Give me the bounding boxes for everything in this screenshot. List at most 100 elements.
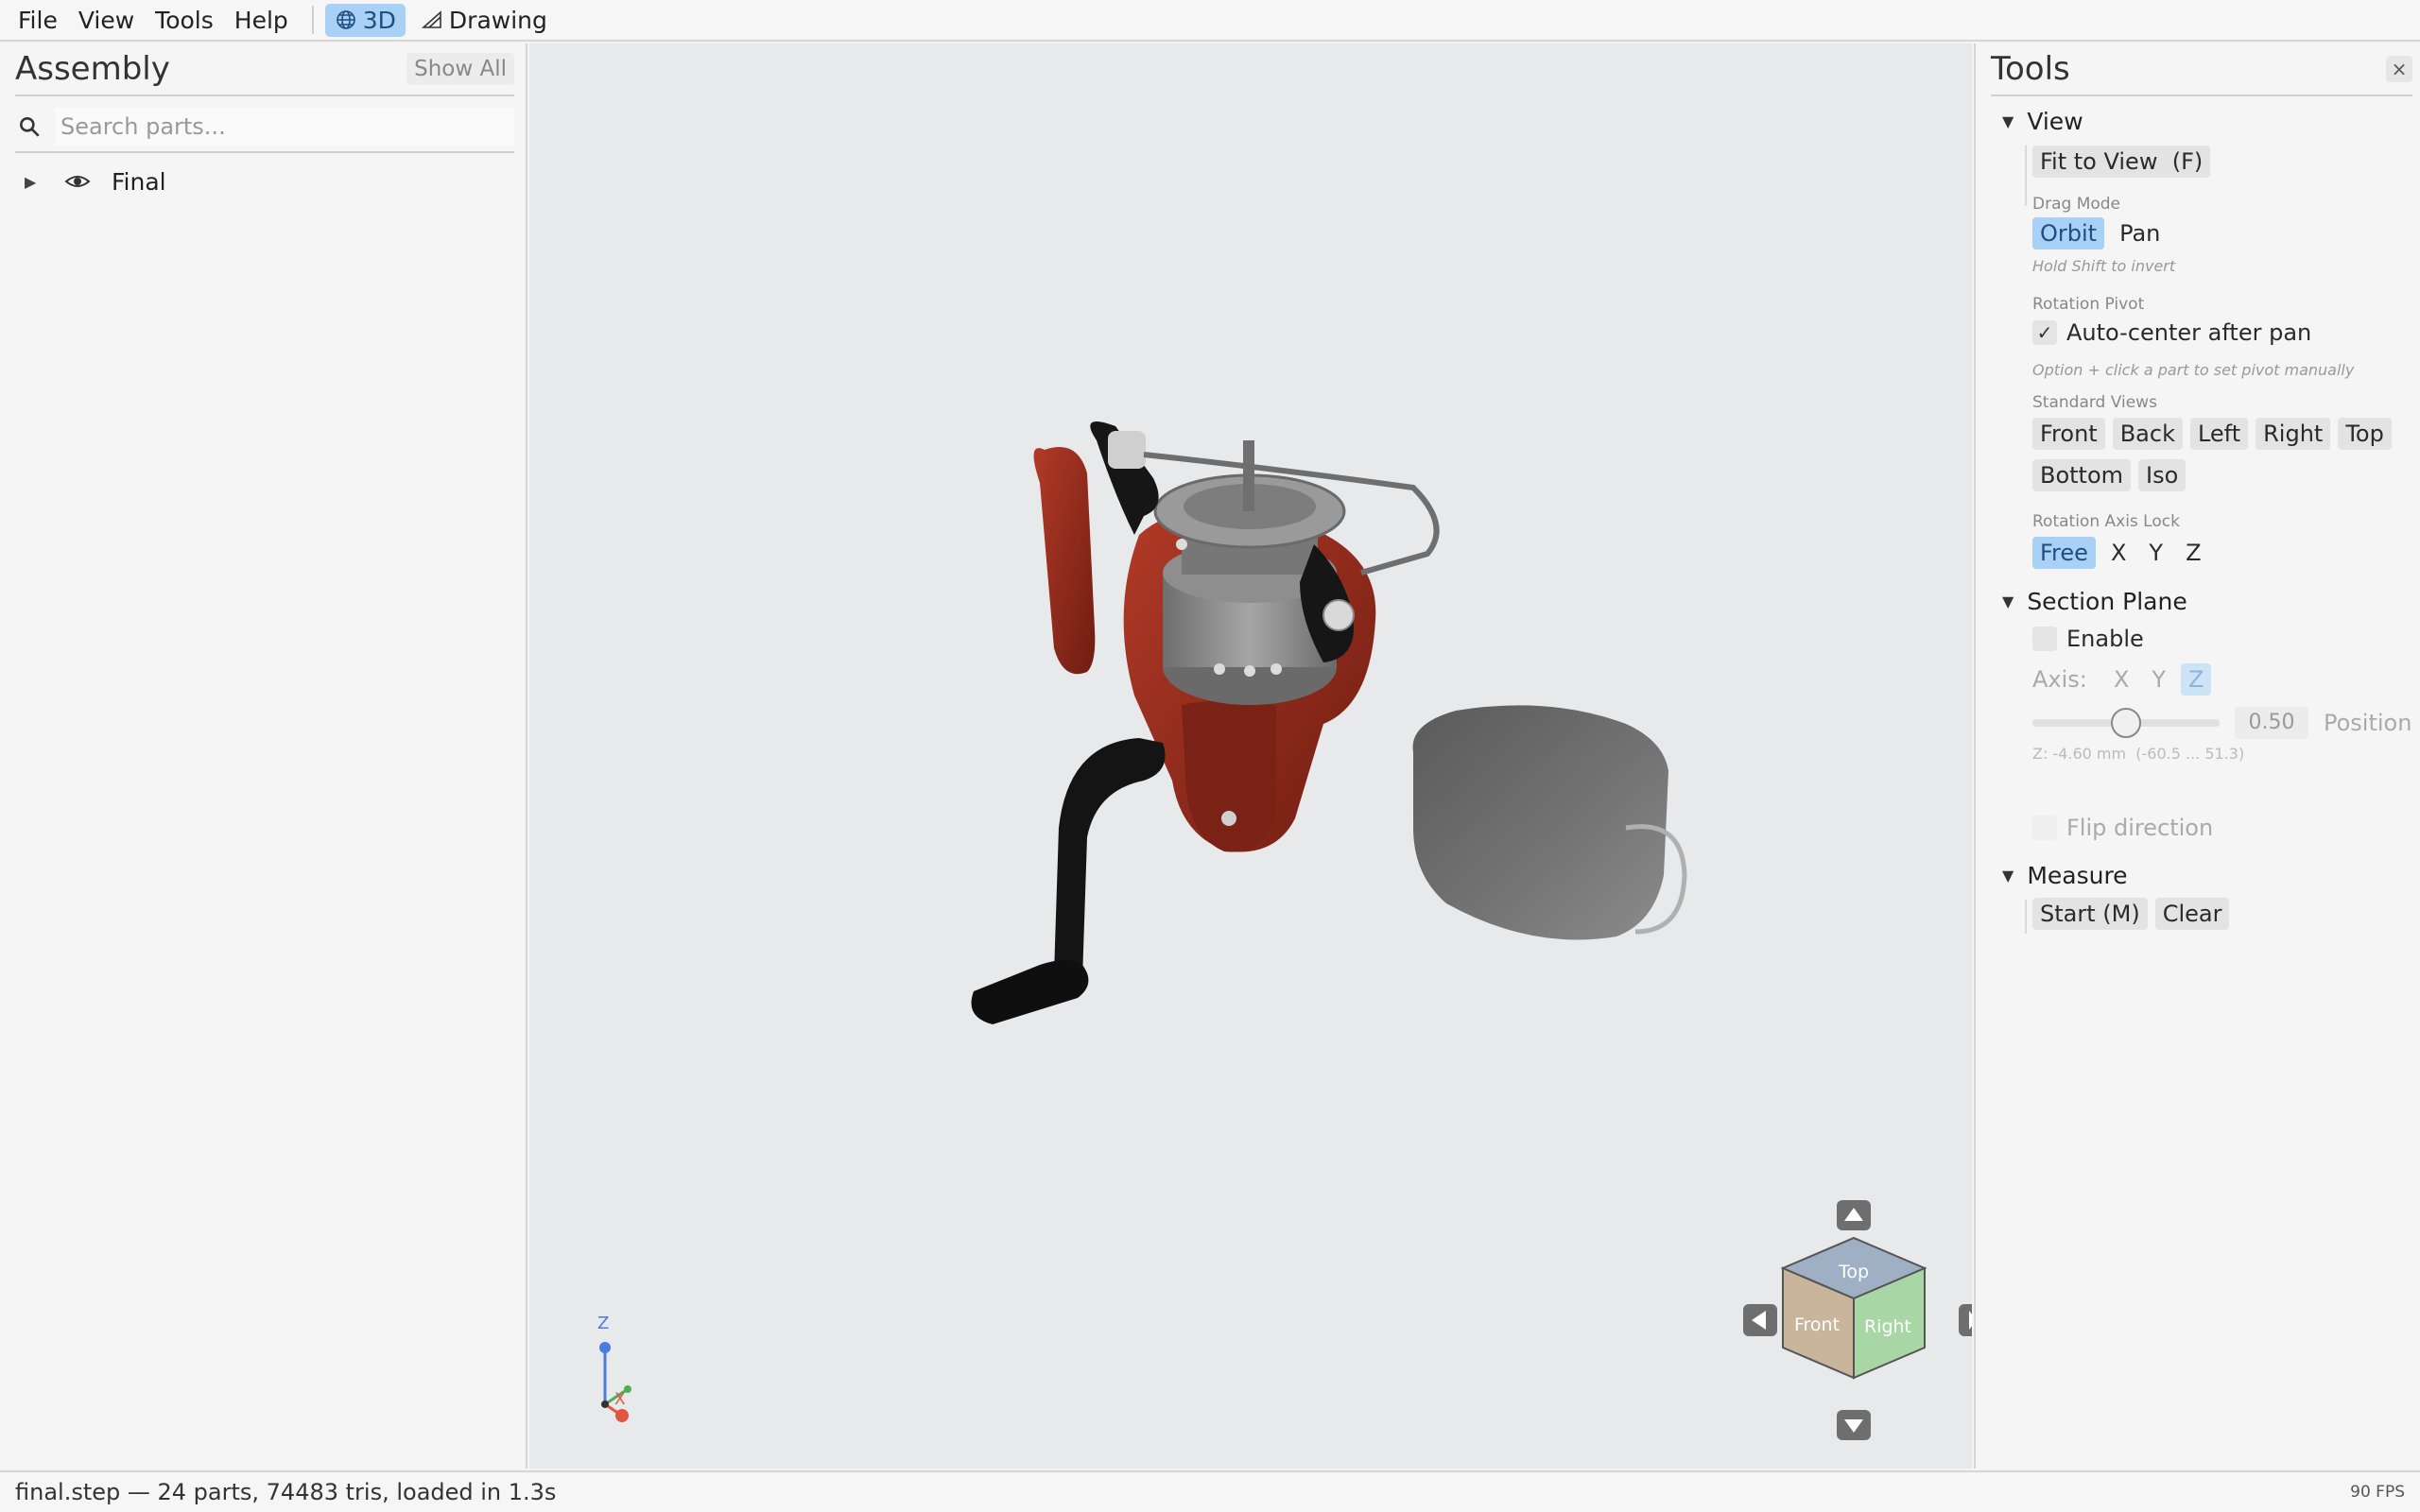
collapse-triangle-icon: ▼ <box>2002 112 2014 130</box>
tools-title: Tools <box>1991 50 2070 88</box>
status-text: final.step — 24 parts, 74483 tris, loade… <box>15 1479 557 1505</box>
reel-cover-part[interactable] <box>1412 705 1668 940</box>
slider-thumb[interactable] <box>2111 708 2141 738</box>
body-hole <box>1270 663 1282 675</box>
rotate-down-button[interactable] <box>1837 1410 1871 1440</box>
rotation-pivot-label-row: Rotation Pivot <box>2032 295 2144 314</box>
tree-item-final[interactable]: ▶ Final <box>15 163 514 200</box>
section-view-title: View <box>2027 108 2083 135</box>
section-range-row: Z: -4.60 mm (-60.5 ... 51.3) <box>2032 745 2244 763</box>
view-back-button[interactable]: Back <box>2112 418 2183 450</box>
view-top-button[interactable]: Top <box>2338 418 2392 450</box>
tools-panel: Tools × ▼ View Fit to View (F) Drag Mode… <box>1974 43 2420 1469</box>
crank-knob[interactable] <box>971 960 1089 1024</box>
section-axis-z-button[interactable]: Z <box>2181 663 2212 696</box>
orbit-button[interactable]: Orbit <box>2032 217 2105 249</box>
axis-lock-y-button[interactable]: Y <box>2141 537 2170 569</box>
flip-row[interactable]: Flip direction <box>2032 815 2213 841</box>
search-row <box>15 102 514 153</box>
measure-clear-button[interactable]: Clear <box>2154 898 2230 930</box>
body-hole <box>1176 539 1187 550</box>
reel-handle-grip[interactable] <box>1033 447 1096 675</box>
rotate-left-button[interactable] <box>1743 1304 1777 1336</box>
3d-viewport[interactable]: Z X Top Front Right <box>529 43 1972 1469</box>
view-iso-button[interactable]: Iso <box>2138 459 2187 491</box>
section-position-label: Position <box>2324 710 2412 736</box>
mode-drawing-label: Drawing <box>448 6 547 34</box>
close-icon[interactable]: × <box>2386 56 2412 82</box>
section-view-header[interactable]: ▼ View <box>2002 108 2083 135</box>
expand-arrow-icon[interactable]: ▶ <box>25 173 43 191</box>
collapse-triangle-icon: ▼ <box>2002 593 2014 610</box>
section-position-value[interactable]: 0.50 <box>2235 707 2308 739</box>
section-position-slider[interactable] <box>2032 708 2220 738</box>
tree-item-label: Final <box>112 167 166 196</box>
rotation-pivot-label: Rotation Pivot <box>2032 295 2145 314</box>
section-axis-y-button[interactable]: Y <box>2144 663 2173 696</box>
view-left-button[interactable]: Left <box>2189 418 2249 450</box>
section-axis-label: Axis: <box>2032 666 2087 693</box>
standard-views-row-1: Front Back Left Right Top <box>2032 418 2399 450</box>
menu-tools[interactable]: Tools <box>145 3 224 38</box>
section-axis-row: Axis: X Y Z <box>2032 663 2219 696</box>
search-parts-input[interactable] <box>55 108 514 146</box>
menu-divider <box>311 6 314 34</box>
mode-3d-label: 3D <box>362 6 396 34</box>
rotate-up-button[interactable] <box>1837 1200 1871 1230</box>
navcube-front-label: Front <box>1794 1314 1840 1335</box>
section-plane-header[interactable]: ▼ Section Plane <box>2002 588 2187 615</box>
spool-shaft <box>1243 440 1254 511</box>
fit-row: Fit to View (F) <box>2032 146 2218 178</box>
mode-3d-button[interactable]: 3D <box>324 3 406 37</box>
crank-arm[interactable] <box>1054 738 1166 979</box>
standard-views-label-row: Standard Views <box>2032 393 2157 412</box>
show-all-button[interactable]: Show All <box>406 53 514 85</box>
drag-hint-row: Hold Shift to invert <box>2032 257 2175 275</box>
auto-center-checkbox[interactable]: ✓ <box>2032 320 2057 345</box>
assembly-header: Assembly Show All <box>15 43 514 96</box>
axis-z-label: Z <box>597 1314 609 1333</box>
flip-direction-checkbox[interactable] <box>2032 816 2057 840</box>
menu-help[interactable]: Help <box>224 3 299 38</box>
view-bottom-button[interactable]: Bottom <box>2032 459 2132 491</box>
axis-lock-label: Rotation Axis Lock <box>2032 512 2180 531</box>
drag-hint: Hold Shift to invert <box>2032 257 2176 275</box>
axes-gizmo: Z X <box>597 1314 631 1422</box>
globe-icon <box>336 10 355 29</box>
section-measure-header[interactable]: ▼ Measure <box>2002 862 2128 889</box>
fit-to-view-button[interactable]: Fit to View (F) <box>2032 146 2211 178</box>
drag-mode-label: Drag Mode <box>2032 195 2121 214</box>
mode-drawing-button[interactable]: Drawing <box>411 4 557 37</box>
menu-bar: File View Tools Help 3D Drawing <box>0 0 2420 42</box>
axis-lock-x-button[interactable]: X <box>2103 537 2134 569</box>
bail-knob <box>1322 599 1355 631</box>
auto-center-label: Auto-center after pan <box>2066 319 2312 346</box>
assembly-panel: Assembly Show All ▶ Final <box>0 43 527 1469</box>
section-enable-checkbox[interactable] <box>2032 627 2057 651</box>
flip-direction-label: Flip direction <box>2066 815 2214 841</box>
body-hole <box>1214 663 1225 675</box>
measure-start-button[interactable]: Start (M) <box>2032 898 2148 930</box>
menu-file[interactable]: File <box>8 3 68 38</box>
rotate-right-button[interactable] <box>1959 1304 1972 1336</box>
pivot-hint: Option + click a part to set pivot manua… <box>2032 361 2355 379</box>
auto-center-row[interactable]: ✓ Auto-center after pan <box>2032 319 2311 346</box>
axis-lock-z-button[interactable]: Z <box>2178 537 2208 569</box>
standard-views-label: Standard Views <box>2032 393 2157 412</box>
measure-row: Start (M) Clear <box>2032 898 2237 930</box>
standard-views-row-2: Bottom Iso <box>2032 459 2193 491</box>
menu-view[interactable]: View <box>68 3 145 38</box>
axis-lock-free-button[interactable]: Free <box>2032 537 2096 569</box>
pan-button[interactable]: Pan <box>2112 217 2168 249</box>
section-position-row: 0.50 Position <box>2032 707 2411 739</box>
axis-origin <box>601 1400 609 1408</box>
enable-row[interactable]: Enable <box>2032 626 2144 652</box>
drag-mode-label-row: Drag Mode <box>2032 195 2120 214</box>
section-axis-x-button[interactable]: X <box>2106 663 2136 696</box>
eye-icon[interactable] <box>64 172 91 191</box>
view-front-button[interactable]: Front <box>2032 418 2105 450</box>
section-range-text: Z: -4.60 mm (-60.5 ... 51.3) <box>2032 745 2245 763</box>
navigation-cube[interactable]: Top Front Right <box>1736 1200 1972 1455</box>
view-right-button[interactable]: Right <box>2256 418 2331 450</box>
navcube-top-label: Top <box>1838 1262 1869 1282</box>
